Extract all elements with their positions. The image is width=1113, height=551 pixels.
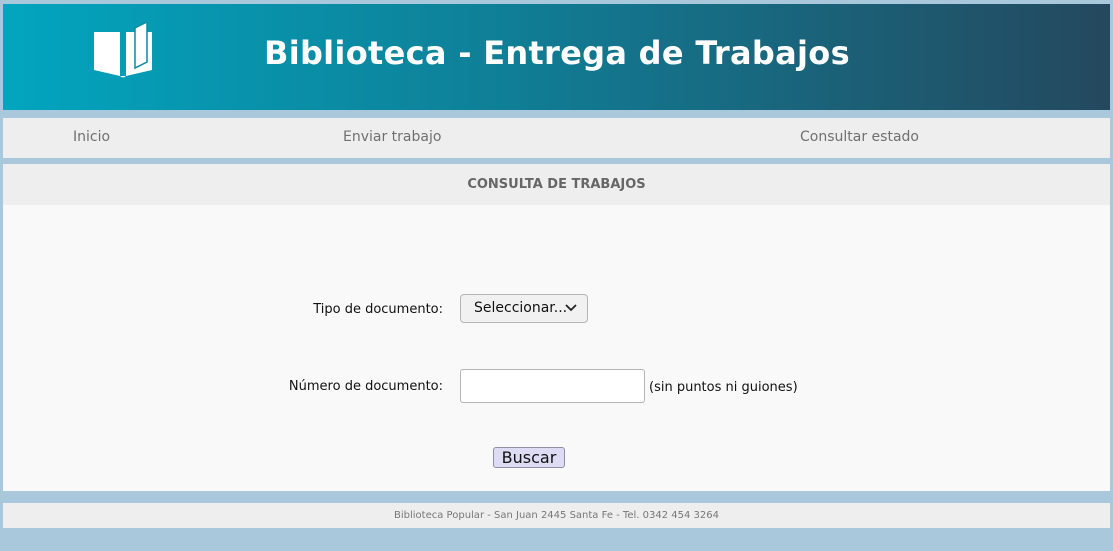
doc-number-label: Número de documento: [288, 379, 443, 394]
doc-type-selected-value: Seleccionar... [474, 300, 568, 316]
nav-item-enviar-trabajo[interactable]: Enviar trabajo [343, 129, 441, 145]
nav-item-consultar-estado[interactable]: Consultar estado [800, 129, 919, 145]
nav-item-inicio[interactable]: Inicio [73, 129, 110, 145]
search-button[interactable]: Buscar [493, 447, 565, 468]
panel-heading: CONSULTA DE TRABAJOS [3, 164, 1110, 205]
doc-number-input[interactable] [460, 369, 645, 403]
main-nav: Inicio Enviar trabajo Consultar estado [3, 118, 1110, 158]
doc-type-select[interactable]: Seleccionar... [460, 294, 588, 323]
site-footer: Biblioteca Popular - San Juan 2445 Santa… [3, 503, 1110, 528]
site-header: Biblioteca - Entrega de Trabajos [3, 4, 1110, 110]
query-panel: CONSULTA DE TRABAJOS Tipo de documento: … [3, 164, 1110, 491]
doc-type-label: Tipo de documento: [313, 302, 443, 317]
doc-number-hint: (sin puntos ni guiones) [649, 380, 798, 395]
page-title: Biblioteca - Entrega de Trabajos [264, 34, 850, 72]
chevron-down-icon [565, 304, 577, 312]
open-book-icon [94, 22, 152, 78]
